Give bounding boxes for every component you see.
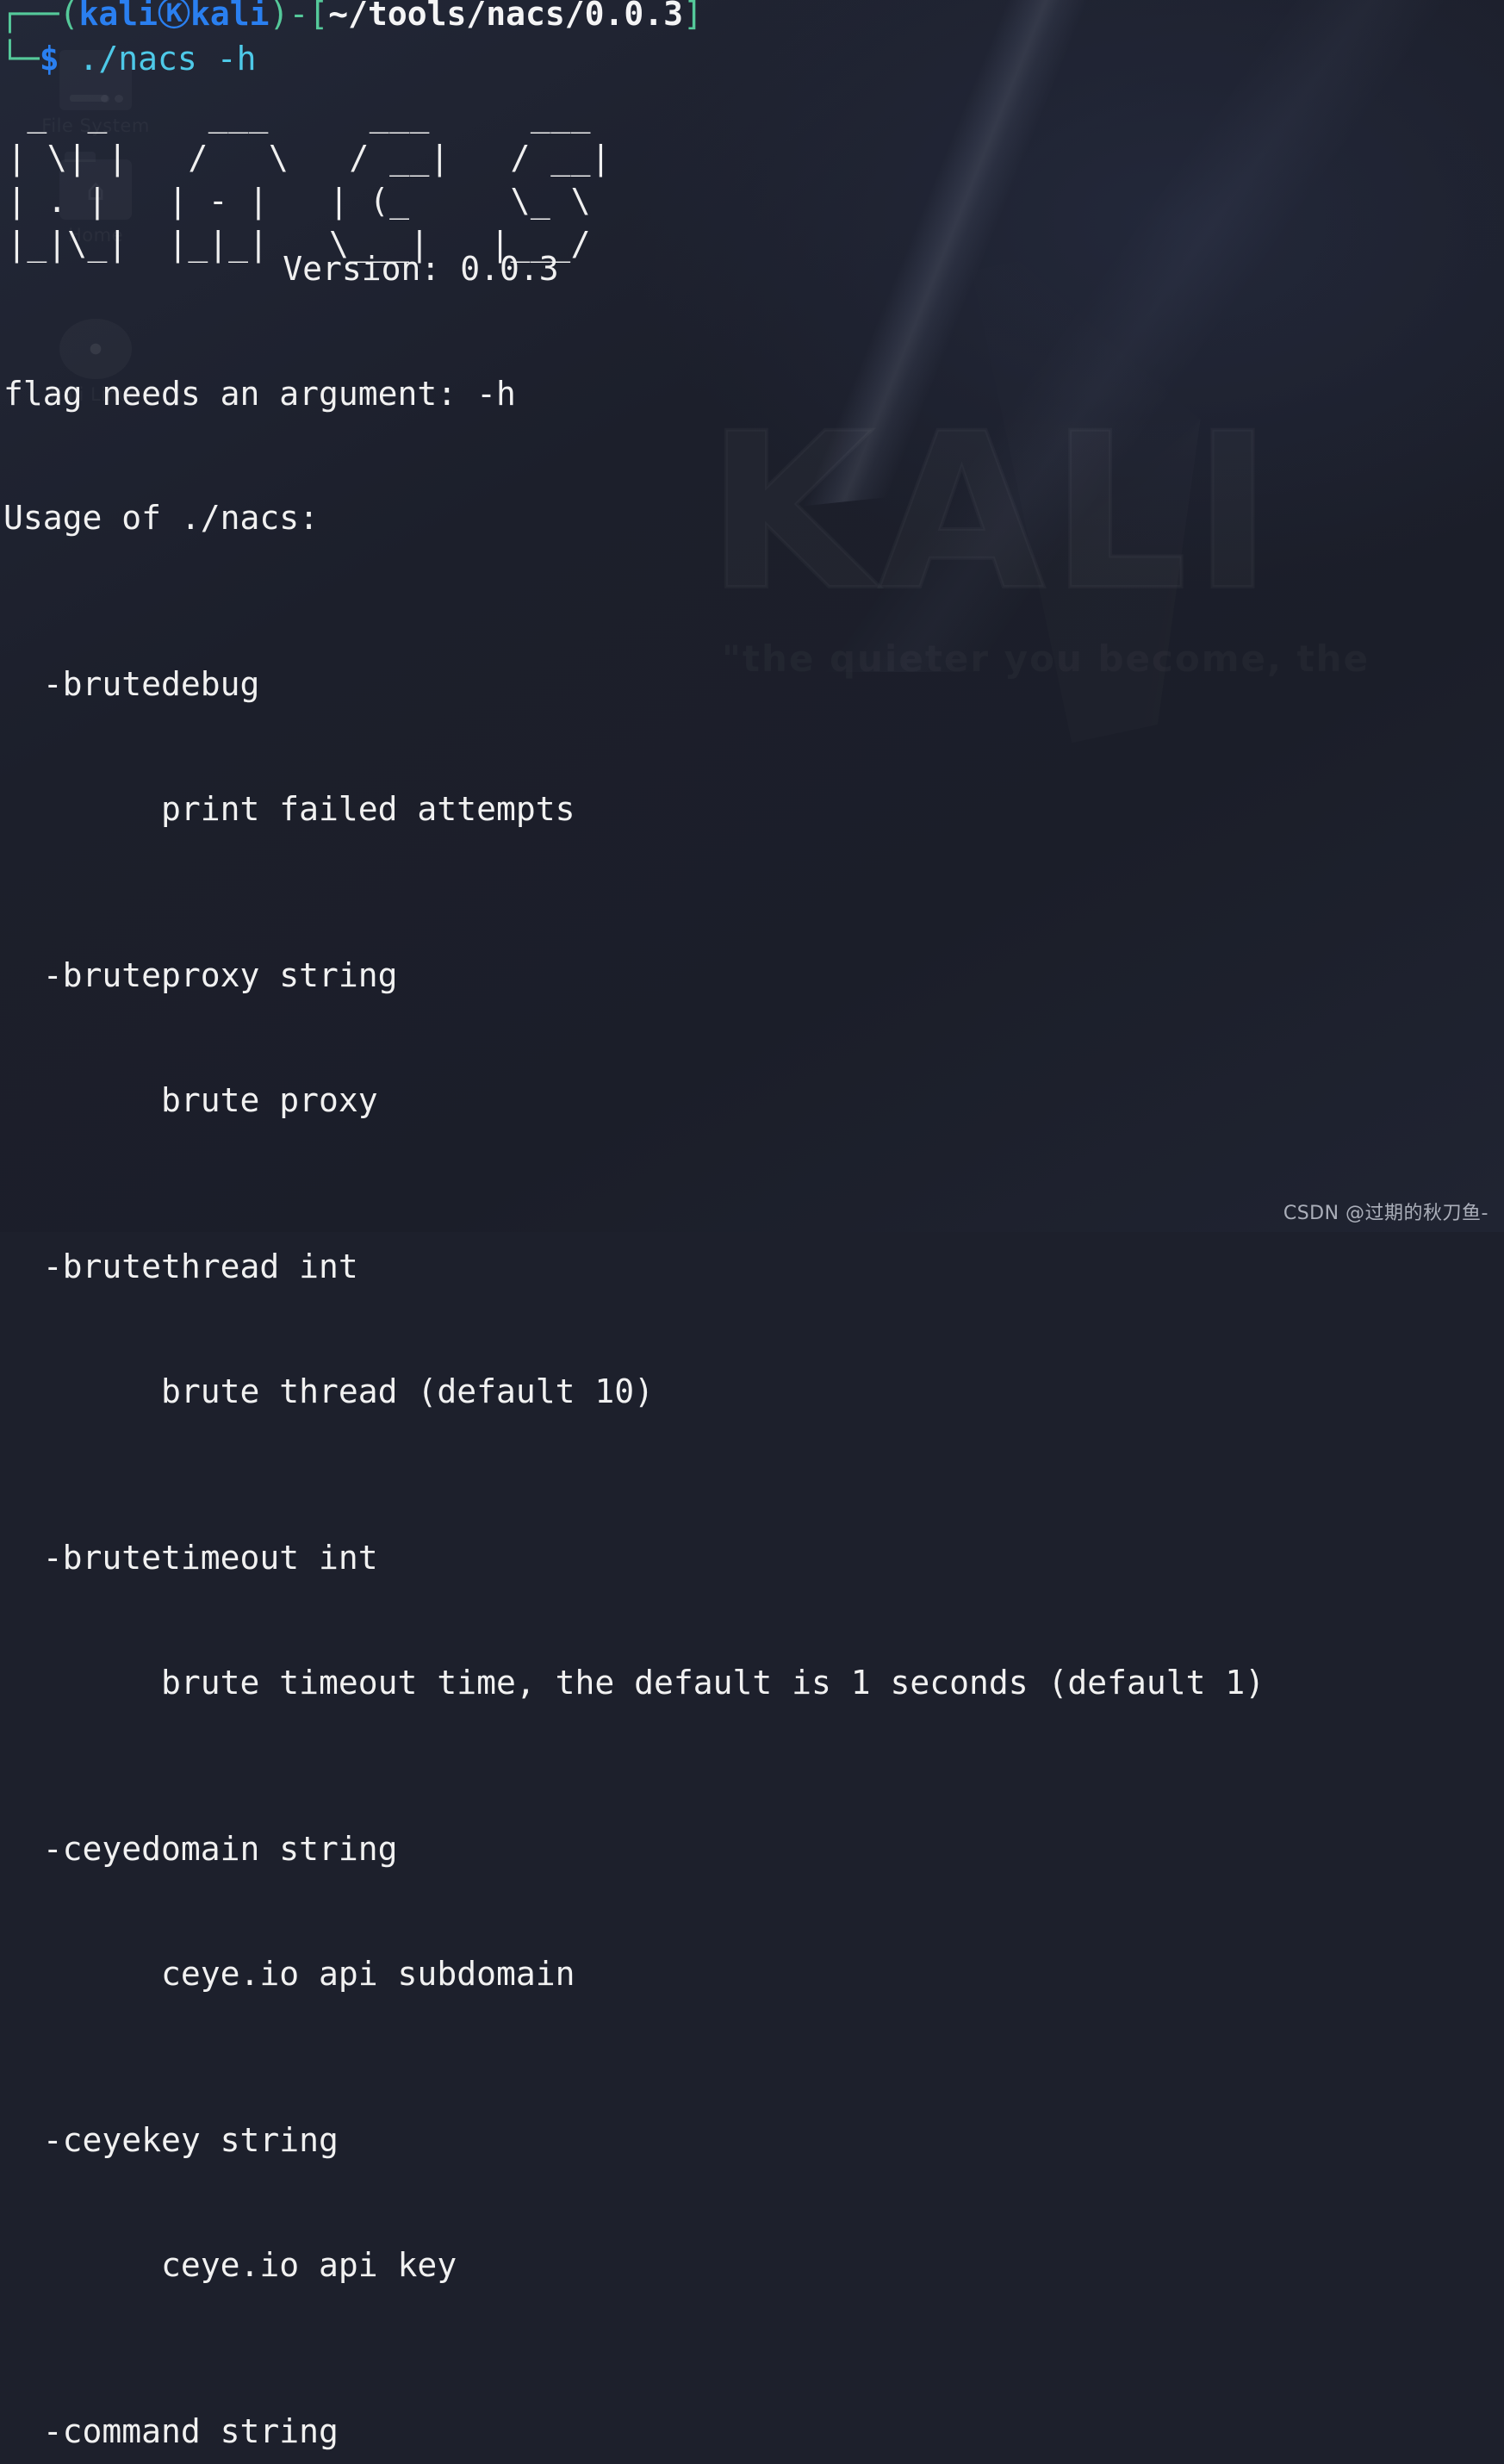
option-description: brute proxy (3, 1081, 378, 1120)
usage-header: Usage of ./nacs: (3, 499, 320, 538)
prompt-corner-top: ┌──( (0, 0, 79, 33)
prompt-user: kali (78, 0, 158, 33)
option-description: brute thread (default 10) (3, 1372, 654, 1410)
prompt-line-top: ┌──(kaliⓀkali)-[~/tools/nacs/0.0.3] (0, 0, 703, 34)
kali-logo-icon: Ⓚ (158, 0, 191, 33)
option-description: print failed attempts (3, 790, 575, 829)
option-flag: -brutedebug (3, 665, 260, 704)
prompt-host: kali (190, 0, 270, 33)
version-line: Version: 0.0.3 (7, 250, 559, 288)
option-description: brute timeout time, the default is 1 sec… (3, 1663, 1265, 1702)
prompt-close-paren: )-[ (269, 0, 329, 33)
prompt-bracket-close: ] (683, 0, 703, 33)
error-line: flag needs an argument: -h (3, 374, 516, 413)
option-flag: -bruteproxy string (3, 956, 398, 995)
option-description: ceye.io api key (3, 2245, 457, 2284)
prompt-path: ~/tools/nacs/0.0.3 (328, 0, 684, 33)
terminal-window[interactable]: ┌──(kaliⓀkali)-[~/tools/nacs/0.0.3] └─$ … (0, 0, 1504, 2450)
command-text: ./nacs -h (78, 40, 257, 78)
option-flag: -command string (3, 2411, 339, 2450)
option-flag: -brutetimeout int (3, 1539, 378, 1577)
option-flag: -ceyedomain string (3, 1829, 398, 1868)
prompt-corner-bottom: └─ (0, 40, 40, 78)
nacs-ascii-banner: _ _ ___ ___ ___ | \| | / \ / __| / __| |… (7, 96, 612, 263)
csdn-watermark: CSDN @过期的秋刀鱼- (1283, 1203, 1488, 1224)
option-flag: -brutethread int (3, 1248, 358, 1286)
prompt-sigil: $ (39, 40, 59, 78)
command-input[interactable]: ./nacs -h (59, 40, 257, 78)
option-description: ceye.io api subdomain (3, 1954, 575, 1993)
option-flag: -ceyekey string (3, 2120, 339, 2159)
prompt-line-bottom: └─$ ./nacs -h (0, 38, 256, 79)
help-output: flag needs an argument: -h Usage of ./na… (3, 289, 1265, 2464)
